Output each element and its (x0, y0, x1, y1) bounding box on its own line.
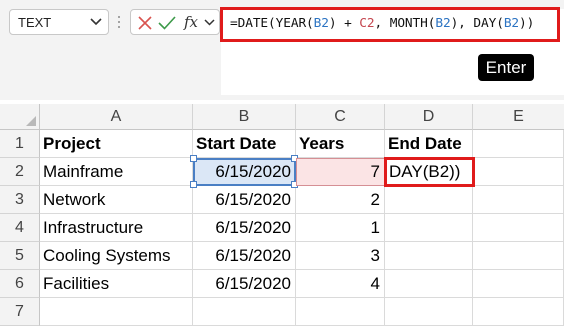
insert-function-button[interactable]: fx (184, 13, 198, 31)
cell-b5[interactable]: 6/15/2020 (193, 242, 296, 270)
cell-b4[interactable]: 6/15/2020 (193, 214, 296, 242)
formula-input[interactable]: =DATE(YEAR(B2) + C2, MONTH(B2), DAY(B2)) (220, 7, 560, 42)
row-header-5[interactable]: 5 (0, 242, 40, 270)
cell-a6[interactable]: Facilities (40, 270, 193, 298)
row-header-1[interactable]: 1 (0, 130, 40, 158)
formula-cell-reference: B2 (435, 16, 451, 31)
cell-c1[interactable]: Years (296, 130, 385, 158)
cell-d3[interactable] (385, 186, 473, 214)
cell-b6[interactable]: 6/15/2020 (193, 270, 296, 298)
cell-a3[interactable]: Network (40, 186, 193, 214)
cell-a1[interactable]: Project (40, 130, 193, 158)
column-header-a[interactable]: A (40, 104, 193, 130)
column-header-e[interactable]: E (473, 104, 564, 130)
column-header-c[interactable]: C (296, 104, 385, 130)
cell-b2-value: 6/15/2020 (215, 162, 291, 181)
cell-c6[interactable]: 4 (296, 270, 385, 298)
cell-c3[interactable]: 2 (296, 186, 385, 214)
chevron-down-icon[interactable] (90, 18, 102, 26)
spreadsheet-grid: A B C D E 1 2 3 4 5 6 7 Project Start Da… (0, 104, 564, 326)
formula-token: , MONTH( (374, 16, 436, 31)
cell-b1[interactable]: Start Date (193, 130, 296, 158)
formula-token: )) (519, 16, 535, 31)
cell-a2[interactable]: Mainframe (40, 158, 193, 186)
cell-b7[interactable] (193, 298, 296, 326)
formula-token: ) + (328, 16, 360, 31)
cell-b2[interactable]: 6/15/2020 (190, 155, 298, 188)
cell-d4[interactable] (385, 214, 473, 242)
cell-e7[interactable] (473, 298, 564, 326)
row-header-7[interactable]: 7 (0, 298, 40, 326)
cell-e2[interactable] (475, 158, 564, 186)
formula-cell-reference: C2 (359, 16, 375, 31)
formula-token: =DATE(YEAR( (230, 16, 314, 31)
cell-c4[interactable]: 1 (296, 214, 385, 242)
column-header-b[interactable]: B (193, 104, 296, 130)
cell-a7[interactable] (40, 298, 193, 326)
cell-a4[interactable]: Infrastructure (40, 214, 193, 242)
cancel-icon[interactable] (137, 15, 153, 31)
row-header-3[interactable]: 3 (0, 186, 40, 214)
row-header-2[interactable]: 2 (0, 158, 40, 186)
range-handle[interactable] (190, 181, 197, 188)
cell-e6[interactable] (473, 270, 564, 298)
cell-e4[interactable] (473, 214, 564, 242)
cell-c7[interactable] (296, 298, 385, 326)
cell-d5[interactable] (385, 242, 473, 270)
formula-toolbar: TEXT fx =DATE(YEAR(B2) + C2, MONTH(B2), … (0, 0, 564, 100)
row-header-6[interactable]: 6 (0, 270, 40, 298)
cell-d2-editing[interactable]: DAY(B2)) (384, 157, 475, 187)
formula-cell-reference: B2 (313, 16, 329, 31)
formula-text: =DATE(YEAR(B2) + C2, MONTH(B2), DAY(B2)) (230, 16, 534, 31)
column-header-d[interactable]: D (385, 104, 473, 130)
formula-cell-reference: B2 (503, 16, 520, 31)
cell-c5[interactable]: 3 (296, 242, 385, 270)
cell-d7[interactable] (385, 298, 473, 326)
enter-key-badge: Enter (478, 54, 534, 81)
cell-b3[interactable]: 6/15/2020 (193, 186, 296, 214)
name-box[interactable]: TEXT (9, 9, 109, 35)
range-handle[interactable] (190, 155, 197, 162)
cell-c2[interactable]: 7 (296, 158, 385, 186)
row-header-4[interactable]: 4 (0, 214, 40, 242)
select-all-corner[interactable] (0, 104, 40, 130)
cell-e5[interactable] (473, 242, 564, 270)
separator-handle-icon[interactable] (116, 14, 122, 30)
name-box-value: TEXT (18, 15, 52, 30)
cell-d6[interactable] (385, 270, 473, 298)
cell-d1[interactable]: End Date (385, 130, 473, 158)
confirm-check-icon[interactable] (158, 15, 176, 31)
cell-e1[interactable] (473, 130, 564, 158)
cell-a5[interactable]: Cooling Systems (40, 242, 193, 270)
chevron-down-icon[interactable] (204, 19, 215, 26)
cell-e3[interactable] (473, 186, 564, 214)
formula-token: ), DAY( (450, 16, 504, 31)
formula-controls: fx (130, 9, 220, 35)
